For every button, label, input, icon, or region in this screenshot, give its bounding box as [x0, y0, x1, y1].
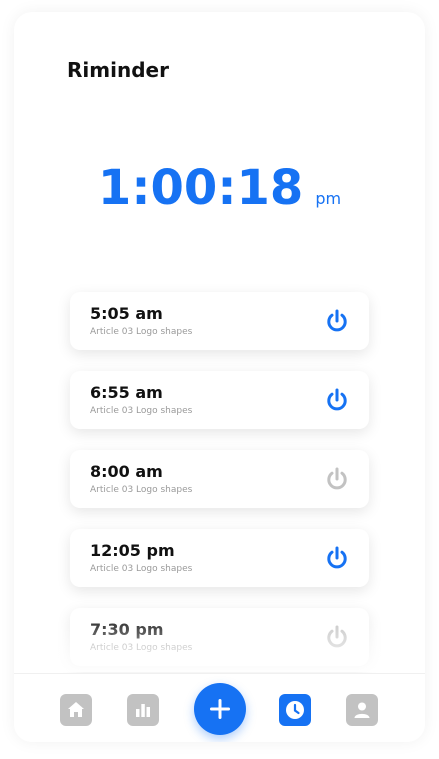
current-time-display: 1:00:18 pm — [14, 160, 425, 216]
reminder-item[interactable]: 8:00 am Article 03 Logo shapes — [70, 450, 369, 508]
reminder-item[interactable]: 6:55 am Article 03 Logo shapes — [70, 371, 369, 429]
reminder-list: 5:05 am Article 03 Logo shapes 6:55 am A… — [70, 292, 369, 687]
nav-profile-button[interactable] — [346, 694, 378, 726]
user-icon — [354, 702, 370, 718]
reminder-item[interactable]: 7:30 pm Article 03 Logo shapes — [70, 608, 369, 666]
power-toggle-icon[interactable] — [324, 387, 350, 413]
current-time: 1:00:18 — [97, 160, 304, 216]
nav-home-button[interactable] — [60, 694, 92, 726]
power-toggle-icon[interactable] — [324, 545, 350, 571]
home-icon — [68, 702, 84, 717]
bottom-nav — [14, 673, 425, 742]
current-time-period: pm — [315, 189, 342, 208]
nav-clock-button[interactable] — [279, 694, 311, 726]
reminder-label: Article 03 Logo shapes — [90, 327, 193, 337]
power-toggle-icon[interactable] — [324, 466, 350, 492]
reminder-time: 6:55 am — [90, 383, 163, 402]
reminder-item[interactable]: 5:05 am Article 03 Logo shapes — [70, 292, 369, 350]
reminder-time: 5:05 am — [90, 304, 163, 323]
nav-stats-button[interactable] — [127, 694, 159, 726]
add-reminder-button[interactable] — [194, 683, 246, 735]
reminder-label: Article 03 Logo shapes — [90, 485, 193, 495]
reminder-label: Article 03 Logo shapes — [90, 643, 193, 653]
clock-icon — [286, 701, 304, 719]
reminder-time: 7:30 pm — [90, 620, 164, 639]
reminder-time: 8:00 am — [90, 462, 163, 481]
power-toggle-icon[interactable] — [324, 624, 350, 650]
bar-chart-icon — [136, 704, 150, 717]
plus-icon — [210, 699, 230, 719]
reminder-item[interactable]: 12:05 pm Article 03 Logo shapes — [70, 529, 369, 587]
page-title: Riminder — [67, 58, 169, 82]
reminder-label: Article 03 Logo shapes — [90, 564, 193, 574]
power-toggle-icon[interactable] — [324, 308, 350, 334]
reminder-label: Article 03 Logo shapes — [90, 406, 193, 416]
reminder-time: 12:05 pm — [90, 541, 175, 560]
phone-screen: Riminder 1:00:18 pm 5:05 am Article 03 L… — [14, 12, 425, 742]
